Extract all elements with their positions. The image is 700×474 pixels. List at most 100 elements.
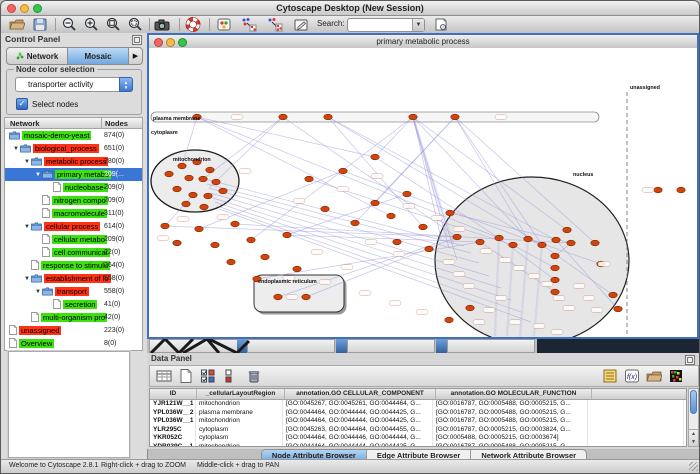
network-node[interactable]	[591, 240, 599, 246]
network-edge[interactable]	[209, 117, 283, 188]
apply-layout-icon-2[interactable]	[267, 17, 283, 32]
attribute-batch-icon[interactable]	[222, 368, 238, 384]
birds-eye-view[interactable]	[8, 351, 130, 458]
network-node[interactable]	[524, 236, 532, 242]
column-header[interactable]: ID	[150, 389, 197, 399]
zoom-in-icon[interactable]	[83, 17, 99, 32]
attribute-table-icon[interactable]	[156, 368, 172, 384]
table-row[interactable]: YPL036W__2plasma membrane[GO:0044464, GO…	[150, 409, 686, 418]
import-attributes-icon[interactable]	[646, 368, 662, 384]
tree-row-label[interactable]: multi-organism pro	[41, 313, 107, 322]
select-nodes-checkbox[interactable]: ✓	[16, 98, 28, 110]
expand-arrow-icon[interactable]: ▼	[12, 146, 20, 152]
tree-row[interactable]: nitrogen compo209(0)	[5, 194, 142, 207]
close-window-icon[interactable]	[7, 4, 16, 13]
network-canvas[interactable]: plasma membranecytoplasmmitochondrionnuc…	[149, 48, 697, 337]
network-edge[interactable]	[197, 117, 375, 157]
scrollbar-arrows[interactable]: ▲▼	[689, 429, 698, 446]
network-node[interactable]	[446, 210, 454, 216]
network-edge[interactable]	[165, 226, 457, 237]
snapshot-camera-icon[interactable]	[154, 17, 170, 32]
network-node[interactable]	[204, 193, 212, 199]
network-node[interactable]	[211, 242, 219, 248]
network-node[interactable]	[403, 191, 411, 197]
background-windows-strip[interactable]	[147, 339, 700, 353]
network-node[interactable]	[293, 266, 301, 272]
combo-stepper-icon[interactable]: ▲▼	[119, 77, 133, 92]
hidden-window-fragment[interactable]	[347, 339, 435, 353]
network-node[interactable]	[552, 237, 560, 243]
network-node[interactable]	[371, 200, 379, 206]
tree-row-label[interactable]: response to stimulu	[41, 261, 110, 270]
tree-row-label[interactable]: Overview	[19, 339, 54, 348]
open-folder-icon[interactable]	[9, 17, 25, 32]
network-node[interactable]	[189, 192, 197, 198]
network-node[interactable]	[453, 234, 461, 240]
column-header[interactable]	[592, 389, 687, 399]
expand-arrow-icon[interactable]: ▼	[23, 276, 31, 282]
tree-row-label[interactable]: nitrogen compo	[52, 196, 108, 205]
tree-row[interactable]: nucleobase-209(0)	[5, 181, 142, 194]
network-node[interactable]	[185, 175, 193, 181]
tree-row-label[interactable]: metabolic process	[44, 157, 108, 166]
tree-row[interactable]: ▼metabolic process280(0)	[5, 155, 142, 168]
table-row[interactable]: YLR295Ccytoplasm[GO:0045263, GO:0044464,…	[150, 426, 686, 435]
hidden-window-fragment[interactable]	[436, 339, 447, 353]
hidden-window-fragment[interactable]	[537, 339, 700, 353]
save-icon[interactable]	[32, 17, 48, 32]
expand-arrow-icon[interactable]: ▼	[23, 159, 31, 165]
network-node[interactable]	[302, 294, 310, 300]
network-node[interactable]	[339, 168, 347, 174]
network-node[interactable]	[283, 232, 291, 238]
network-node[interactable]	[538, 242, 546, 248]
network-node[interactable]	[445, 317, 453, 323]
network-node[interactable]	[261, 254, 269, 260]
network-node[interactable]	[199, 176, 207, 182]
network-node[interactable]	[182, 201, 190, 207]
expand-arrow-icon[interactable]: ▼	[34, 289, 42, 295]
network-edge[interactable]	[197, 117, 499, 238]
vizmapper-icon[interactable]	[216, 17, 232, 32]
network-node[interactable]	[654, 187, 662, 193]
tree-row[interactable]: ▼primary metabo209(...	[5, 168, 142, 181]
hidden-window-fragment[interactable]	[336, 339, 347, 353]
zoom-selected-icon[interactable]	[127, 17, 143, 32]
tree-row[interactable]: Overview8(0)	[5, 337, 142, 350]
network-node[interactable]	[178, 163, 186, 169]
scrollbar-thumb[interactable]	[690, 390, 697, 414]
tree-row[interactable]: ▼biological_process651(0)	[5, 142, 142, 155]
tree-row[interactable]: secretion41(0)	[5, 298, 142, 311]
tab-mosaic[interactable]: Mosaic	[67, 48, 128, 64]
network-node[interactable]	[509, 242, 517, 248]
network-node[interactable]	[563, 227, 571, 233]
zoom-out-icon[interactable]	[61, 17, 77, 32]
network-node[interactable]	[321, 206, 329, 212]
network-node[interactable]	[609, 292, 617, 298]
float-data-panel-icon[interactable]	[685, 355, 695, 365]
network-node[interactable]	[551, 265, 559, 271]
table-row[interactable]: YDR039C__1mitochondrion[GO:0044464, GO:0…	[150, 443, 686, 448]
formula-builder-icon[interactable]: f(x)	[624, 368, 640, 384]
table-row[interactable]: YJR121W__1mitochondrion[GO:0045267, GO:0…	[150, 400, 686, 409]
help-ring-icon[interactable]	[185, 17, 201, 32]
network-node[interactable]	[231, 221, 239, 227]
float-panel-icon[interactable]	[132, 35, 142, 45]
network-node[interactable]	[279, 114, 287, 120]
network-edge[interactable]	[251, 117, 413, 240]
tree-row[interactable]: ▼cellular process614(0)	[5, 220, 142, 233]
network-node[interactable]	[324, 114, 332, 120]
tree-row-label[interactable]: establishment of lo	[44, 274, 111, 283]
inner-minimize-icon[interactable]	[166, 38, 175, 47]
network-node[interactable]	[451, 114, 459, 120]
tree-row[interactable]: cellular metabo209(0)	[5, 233, 142, 246]
zoom-window-icon[interactable]	[33, 4, 42, 13]
network-node[interactable]	[551, 253, 559, 259]
network-node[interactable]	[387, 213, 395, 219]
network-node[interactable]	[567, 240, 575, 246]
attribute-list-icon[interactable]	[602, 368, 618, 384]
network-node[interactable]	[219, 188, 227, 194]
network-node[interactable]	[393, 239, 401, 245]
network-column-header[interactable]: Network	[10, 119, 40, 128]
network-node[interactable]	[425, 246, 433, 252]
tree-row[interactable]: response to stimulu264(0)	[5, 259, 142, 272]
